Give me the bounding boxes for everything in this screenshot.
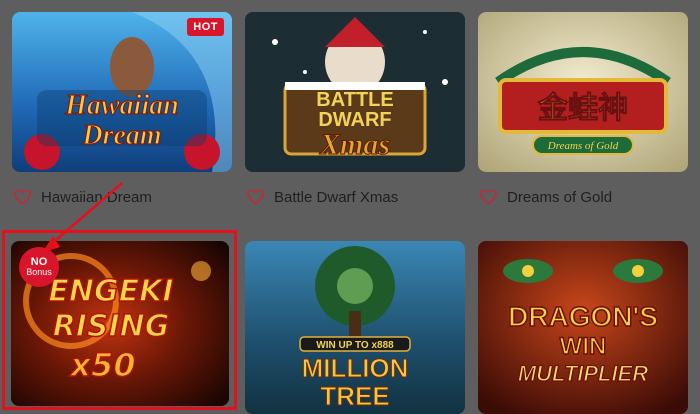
hot-badge: HOT (187, 18, 224, 36)
game-thumbnail[interactable]: 金蛙神 Dreams of Gold (478, 12, 688, 172)
game-artwork: WIN UP TO x888 MILLION TREE (245, 241, 465, 414)
art-line: Dreams of Gold (547, 140, 619, 152)
game-artwork: BATTLE DWARF Xmas (245, 12, 465, 172)
art-line: DRAGON'S (508, 301, 658, 332)
art-line: MULTIPLIER (518, 361, 648, 386)
game-caption: Hawaiian Dream (14, 189, 152, 206)
game-artwork: Hawaiian Dream (12, 12, 232, 172)
art-line: WIN (560, 333, 607, 360)
game-caption: Battle Dwarf Xmas (247, 189, 398, 206)
art-line: MILLION (302, 353, 409, 383)
game-caption: Dreams of Gold (480, 189, 612, 206)
art-line: Hawaiian (64, 90, 179, 121)
game-artwork: DRAGON'S WIN MULTIPLIER (478, 241, 688, 414)
heart-icon[interactable] (14, 190, 31, 205)
highlight-box (2, 230, 237, 410)
art-line: 金蛙神 (537, 91, 628, 126)
art-line: WIN UP TO x888 (316, 340, 394, 351)
art-line: BATTLE (316, 89, 393, 111)
game-artwork: 金蛙神 Dreams of Gold (478, 12, 688, 172)
game-thumbnail[interactable]: DRAGON'S WIN MULTIPLIER (478, 241, 688, 414)
art-line: Dream (81, 120, 161, 151)
game-thumbnail[interactable]: BATTLE DWARF Xmas (245, 12, 465, 172)
game-title[interactable]: Dreams of Gold (507, 189, 612, 206)
game-thumbnail[interactable]: Hawaiian Dream HOT (12, 12, 232, 172)
heart-icon[interactable] (247, 190, 264, 205)
game-title[interactable]: Battle Dwarf Xmas (274, 189, 398, 206)
heart-icon[interactable] (480, 190, 497, 205)
art-line: Xmas (319, 128, 390, 161)
art-line: TREE (320, 381, 389, 411)
game-title[interactable]: Hawaiian Dream (41, 189, 152, 206)
game-thumbnail[interactable]: WIN UP TO x888 MILLION TREE (245, 241, 465, 414)
